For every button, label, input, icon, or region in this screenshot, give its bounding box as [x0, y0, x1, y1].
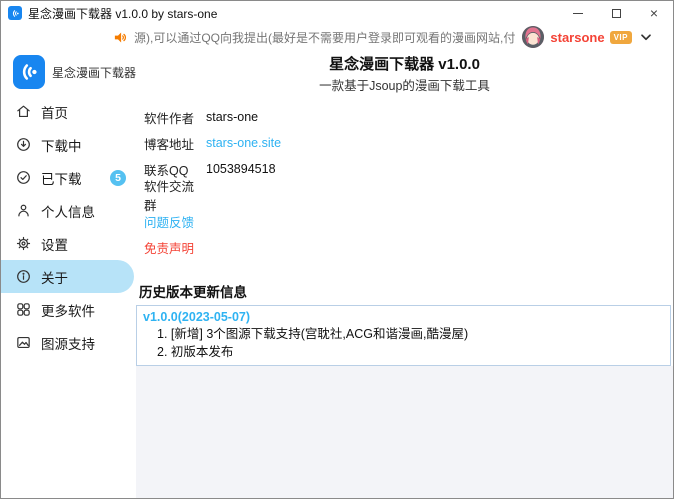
- vip-badge: VIP: [610, 31, 632, 44]
- field-author: 软件作者 stars-one: [144, 104, 673, 130]
- minimize-button[interactable]: [559, 1, 597, 25]
- field-group: 软件交流群: [144, 182, 673, 208]
- download-icon: [15, 136, 32, 153]
- speaker-icon: [113, 30, 128, 45]
- field-blog: 博客地址 stars-one.site: [144, 130, 673, 156]
- maximize-button[interactable]: [597, 1, 635, 25]
- app-logo-icon: [8, 6, 22, 20]
- app-body: 星念漫画下载器 首页 下载中: [1, 49, 673, 498]
- field-label: 博客地址: [144, 134, 206, 153]
- sidebar-item-settings[interactable]: 设置: [1, 227, 136, 260]
- home-icon: [15, 103, 32, 120]
- about-pane: 星念漫画下载器 v1.0.0 一款基于Jsoup的漫画下载工具 软件作者 sta…: [136, 49, 673, 498]
- blog-link[interactable]: stars-one.site: [206, 136, 281, 150]
- history-item: 1. [新增] 3个图源下载支持(宫耽社,ACG和谐漫画,酷漫屋): [137, 327, 670, 343]
- page-subtitle: 一款基于Jsoup的漫画下载工具: [136, 78, 673, 94]
- maximize-icon: [612, 9, 621, 18]
- username: starsone: [550, 30, 604, 45]
- disclaimer-link[interactable]: 免责声明: [144, 238, 194, 257]
- gear-icon: [15, 235, 32, 252]
- window-title: 星念漫画下载器 v1.0.0 by stars-one: [28, 5, 217, 22]
- minimize-icon: [573, 13, 583, 14]
- avatar: [522, 26, 544, 48]
- header-strip: 源),可以通过QQ向我提出(最好是不需要用户登录即可观看的漫画网站,付费观看漫画…: [1, 25, 673, 49]
- feedback-link[interactable]: 问题反馈: [144, 212, 194, 231]
- sidebar-item-downloaded[interactable]: 已下载 5: [1, 161, 136, 194]
- field-label: 软件交流群: [144, 176, 206, 214]
- sidebar-item-downloading[interactable]: 下载中: [1, 128, 136, 161]
- downloaded-count-badge: 5: [110, 170, 126, 186]
- field-value: 1053894518: [206, 162, 276, 176]
- sidebar-item-label: 图源支持: [41, 333, 95, 353]
- sidebar-item-label: 个人信息: [41, 201, 95, 221]
- about-fields: 软件作者 stars-one 博客地址 stars-one.site 联系QQ …: [144, 104, 673, 260]
- user-menu[interactable]: starsone VIP: [522, 26, 651, 48]
- page-title: 星念漫画下载器 v1.0.0: [136, 56, 673, 74]
- close-icon: ×: [650, 6, 658, 20]
- app-window: 星念漫画下载器 v1.0.0 by stars-one × 源),可以通过QQ向…: [0, 0, 674, 499]
- person-icon: [15, 202, 32, 219]
- sidebar-item-label: 设置: [41, 234, 68, 254]
- app-logo-icon-large: [13, 55, 45, 89]
- field-value: stars-one: [206, 110, 258, 124]
- apps-grid-icon: [15, 301, 32, 318]
- sidebar-app-name: 星念漫画下载器: [52, 64, 136, 81]
- content-background: [136, 366, 673, 498]
- titlebar: 星念漫画下载器 v1.0.0 by stars-one ×: [1, 1, 673, 25]
- sidebar-item-label: 关于: [41, 267, 68, 287]
- sidebar-item-profile[interactable]: 个人信息: [1, 194, 136, 227]
- sidebar: 星念漫画下载器 首页 下载中: [1, 49, 136, 498]
- sidebar-item-more-apps[interactable]: 更多软件: [1, 293, 136, 326]
- info-icon: [15, 268, 32, 285]
- sidebar-item-label: 已下载: [41, 168, 82, 188]
- sidebar-item-label: 首页: [41, 102, 68, 122]
- announcement-marquee: 源),可以通过QQ向我提出(最好是不需要用户登录即可观看的漫画网站,付费观看漫画…: [134, 29, 516, 46]
- sidebar-item-image-sources[interactable]: 图源支持: [1, 326, 136, 359]
- field-feedback: 问题反馈: [144, 208, 673, 234]
- history-heading: 历史版本更新信息: [139, 284, 673, 301]
- history-version: v1.0.0(2023-05-07): [137, 309, 670, 325]
- close-button[interactable]: ×: [635, 1, 673, 25]
- field-qq: 联系QQ 1053894518: [144, 156, 673, 182]
- sidebar-logo-row: 星念漫画下载器: [1, 49, 136, 95]
- sidebar-item-home[interactable]: 首页: [1, 95, 136, 128]
- field-label: 软件作者: [144, 108, 206, 127]
- history-item: 2. 初版本发布: [137, 345, 670, 361]
- chevron-down-icon: [641, 34, 651, 41]
- image-icon: [15, 334, 32, 351]
- history-box: v1.0.0(2023-05-07) 1. [新增] 3个图源下载支持(宫耽社,…: [136, 305, 671, 366]
- sidebar-item-label: 下载中: [41, 135, 82, 155]
- field-disclaimer: 免责声明: [144, 234, 673, 260]
- sidebar-item-about[interactable]: 关于: [1, 260, 134, 293]
- check-circle-icon: [15, 169, 32, 186]
- sidebar-item-label: 更多软件: [41, 300, 95, 320]
